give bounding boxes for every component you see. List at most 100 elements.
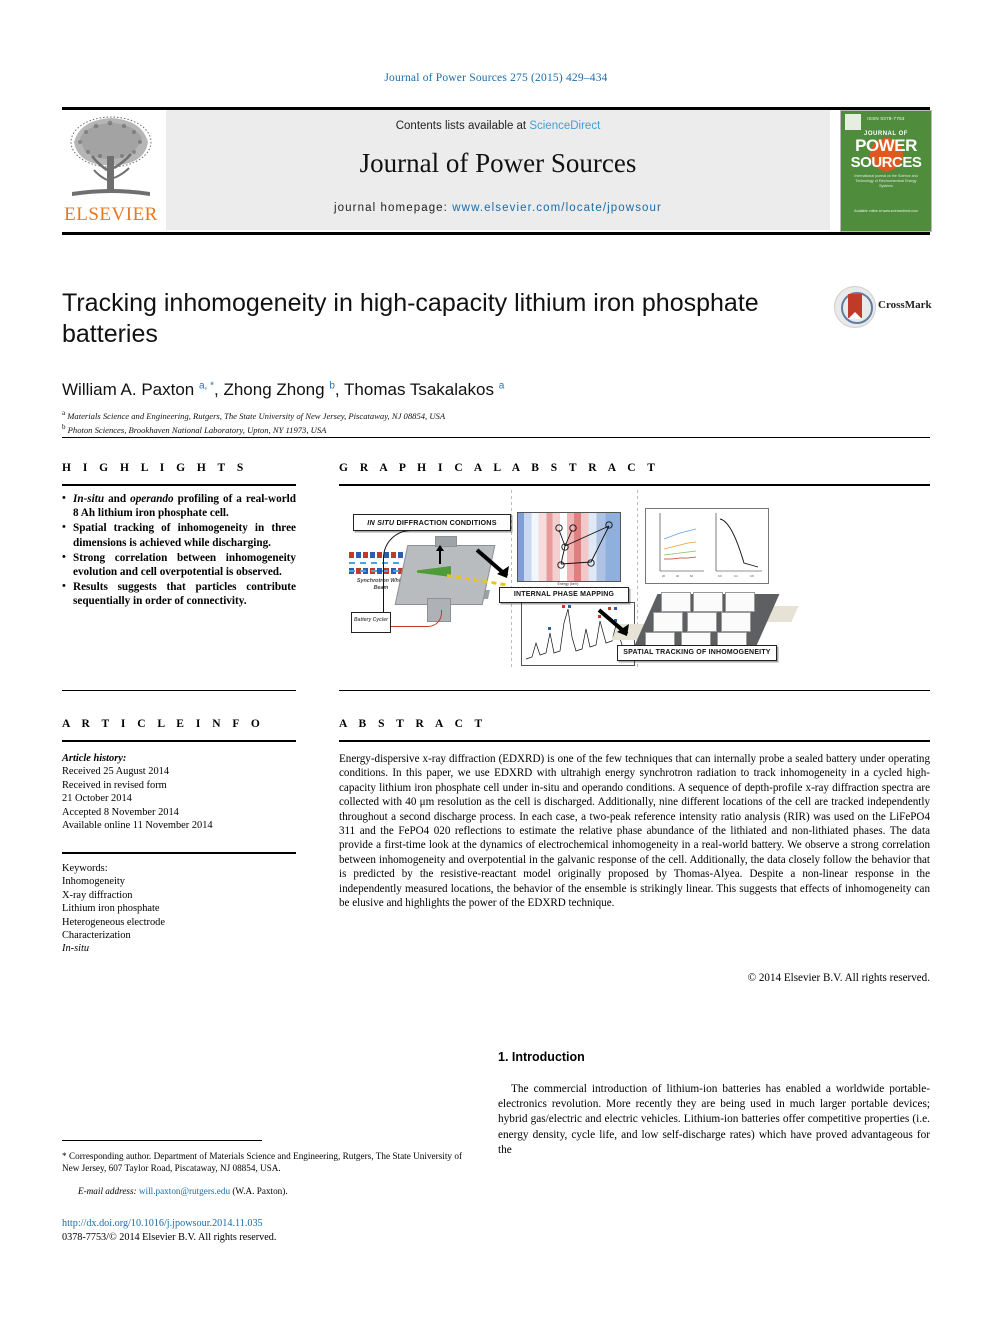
email-suffix: (W.A. Paxton). [232,1186,288,1196]
abstract-rule [339,740,930,742]
svg-text:0.4: 0.4 [734,574,738,578]
journal-homepage-link[interactable]: www.elsevier.com/locate/jpowsour [452,202,662,214]
keyword-item: X-ray diffraction [62,889,133,901]
email-label: E-mail address: [78,1186,137,1196]
svg-text:20: 20 [662,574,665,578]
crossmark-icon [834,286,876,328]
location-card [653,612,683,632]
list-item: Strong correlation between inhomogeneity… [62,550,296,579]
cover-bottom-line: Available online at www.sciencedirect.co… [854,209,918,213]
history-line: Received in revised form [62,779,167,791]
highlights-rule [62,484,296,486]
arrow-to-heatmap-icon [475,548,509,578]
history-line: 21 October 2014 [62,793,132,805]
masthead-band: Contents lists available at ScienceDirec… [166,110,830,230]
article-history-label: Article history: [62,753,127,764]
arrow-to-slab-icon [597,608,629,636]
keyword-item: Heterogeneous electrode [62,916,165,928]
sciencedirect-link[interactable]: ScienceDirect [529,120,600,132]
graphical-abstract-rule [339,484,930,486]
masthead-bottom-rule [62,232,930,235]
abstract-copyright: © 2014 Elsevier B.V. All rights reserved… [747,972,930,984]
affiliations: a Materials Science and Engineering, Rut… [62,408,822,437]
abstract-text: Energy-dispersive x-ray diffraction (EDX… [339,753,930,910]
issn-copyright-line: 0378-7753/© 2014 Elsevier B.V. All right… [62,1232,277,1243]
corresponding-author-note: * Corresponding author. Department of Ma… [62,1151,462,1174]
introduction-heading: 1. Introduction [498,1050,585,1064]
location-card [725,592,755,612]
highlights-heading: H I G H L I G H T S [62,462,248,474]
elsevier-logo: ELSEVIER [62,110,160,230]
list-item: Results suggests that particles contribu… [62,579,296,608]
red-wire [389,610,442,627]
phase-network-overlay [555,521,613,569]
cover-sources-word: SOURCES [850,154,922,171]
doi-link[interactable]: http://dx.doi.org/10.1016/j.jpowsour.201… [62,1218,263,1229]
history-line: Accepted 8 November 2014 [62,806,179,818]
label-diffraction-conditions: IN SITU DIFFRACTION CONDITIONS [353,514,511,531]
running-head: Journal of Power Sources 275 (2015) 429–… [384,72,608,84]
graphical-abstract-figure: Synchrotron White Beam Battery Cycler IN… [339,490,930,670]
highlights-list: In-situ and operando profiling of a real… [62,491,296,610]
highlights-bottom-rule [62,690,296,691]
keyword-item: In-situ [62,943,90,955]
affiliation-b-text: Photon Sciences, Brookhaven National Lab… [67,425,327,436]
elsevier-tree-icon [70,116,152,196]
keyword-item: Inhomogeneity [62,876,125,888]
graphical-abstract-bottom-rule [339,690,930,691]
journal-masthead: ELSEVIER Contents lists available at Sci… [62,110,932,232]
elsevier-wordmark: ELSEVIER [64,204,158,225]
label-internal-phase-mapping: INTERNAL PHASE MAPPING [499,587,629,603]
black-wire [383,530,442,615]
location-card [661,592,691,612]
abstract-heading: A B S T R A C T [339,718,487,730]
article-history: Article history: Received 25 August 2014… [62,752,296,832]
location-card [687,612,717,632]
cover-top-line: ISSN 0378-7753 [867,116,905,121]
article-page: Journal of Power Sources 275 (2015) 429–… [0,0,992,1323]
affiliation-a: a Materials Science and Engineering, Rut… [62,409,446,421]
crossmark-label: CrossMark [878,299,932,311]
contents-list-line: Contents lists available at ScienceDirec… [166,120,830,132]
contents-prefix: Contents lists available at [395,120,530,132]
author-list: William A. Paxton a, *, Zhong Zhong b, T… [62,380,505,399]
page-title: Tracking inhomogeneity in high-capacity … [62,289,759,348]
email-note: E-mail address: will.paxton@rutgers.edu … [62,1186,462,1196]
journal-homepage-line: journal homepage: www.elsevier.com/locat… [166,202,830,214]
list-item: Spatial tracking of inhomogeneity in thr… [62,520,296,549]
keywords-block: Keywords: Inhomogeneity X-ray diffractio… [62,862,296,956]
keyword-item: Lithium iron phosphate [62,903,160,915]
journal-cover-thumbnail: ISSN 0378-7753 JOURNAL OF POWER SOURCES … [840,110,932,232]
svg-text:0.8: 0.8 [750,574,754,578]
location-card [721,612,751,632]
phase-fraction-svg: 20 40 60 0.0 0.4 0.8 [659,513,762,578]
footnote-rule [62,1140,262,1141]
homepage-prefix: journal homepage: [334,202,453,214]
journal-title: Journal of Power Sources [359,148,637,178]
phase-fraction-plots: 20 40 60 0.0 0.4 0.8 [645,508,769,584]
history-line: Available online 11 November 2014 [62,820,213,832]
cover-power-word: POWER [855,136,917,155]
cover-subtitle: International journal on the Science and… [854,174,918,188]
keywords-rule [62,852,296,854]
introduction-paragraph: The commercial introduction of lithium-i… [498,1083,930,1156]
email-link[interactable]: will.paxton@rutgers.edu [139,1186,230,1196]
location-card [693,592,723,612]
affiliation-b: b Photon Sciences, Brookhaven National L… [62,423,327,436]
article-info-heading: A R T I C L E I N F O [62,718,265,730]
article-info-rule [62,740,296,742]
author-bottom-rule [62,437,930,438]
svg-text:0.0: 0.0 [718,574,722,578]
graphical-abstract-heading: G R A P H I C A L A B S T R A C T [339,462,660,474]
svg-text:40: 40 [676,574,679,578]
history-line: Received 25 August 2014 [62,766,170,778]
battery-cycler-box: Battery Cycler [351,612,391,633]
svg-text:60: 60 [690,574,693,578]
heatmap-x-axis-label: Energy (keV) [557,582,579,586]
crossmark-notch [848,312,862,319]
affiliation-a-text: Materials Science and Engineering, Rutge… [67,410,446,421]
label-spatial-tracking: SPATIAL TRACKING OF INHOMOGENEITY [617,645,777,661]
list-item: In-situ and operando profiling of a real… [62,491,296,520]
crossmark-badge[interactable]: CrossMark [834,286,932,328]
keywords-label: Keywords: [62,863,108,874]
